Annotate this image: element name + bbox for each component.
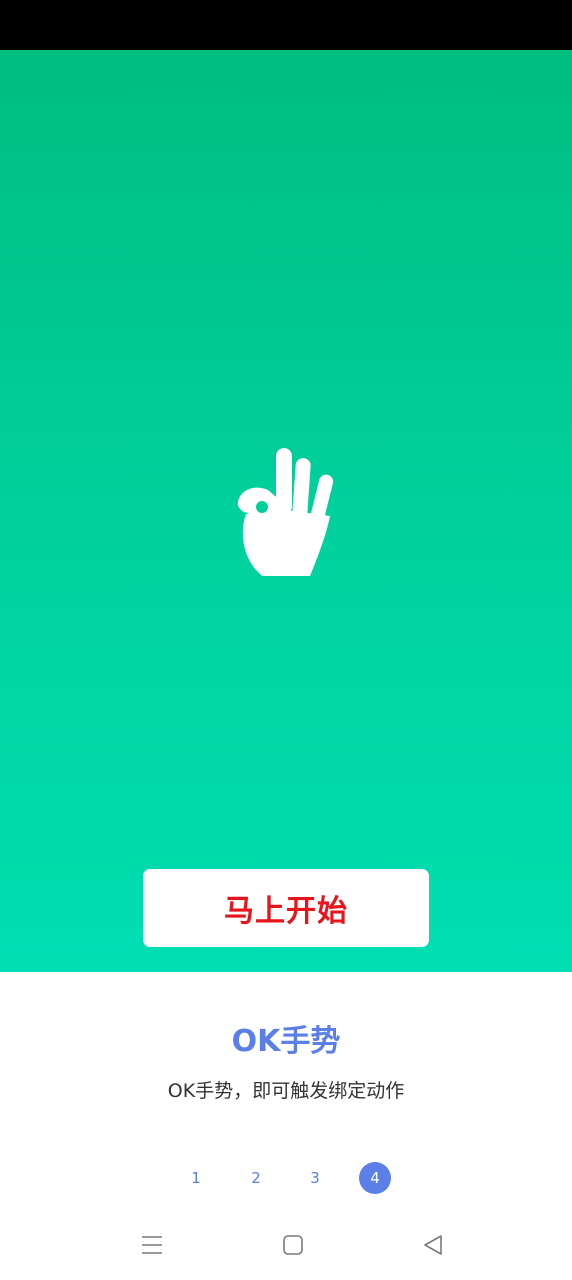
page-indicator: 1 2 3 4	[0, 1162, 572, 1194]
menu-button[interactable]	[138, 1231, 166, 1259]
gesture-description: OK手势，即可触发绑定动作	[167, 1080, 405, 1102]
home-square-icon	[283, 1235, 303, 1255]
gesture-title: OK手势	[231, 1024, 341, 1059]
page-dot-1[interactable]: 1	[180, 1162, 212, 1194]
start-now-button[interactable]: 马上开始	[143, 869, 429, 947]
page-dot-2[interactable]: 2	[240, 1162, 272, 1194]
back-button[interactable]	[419, 1231, 447, 1259]
system-nav-bar	[0, 1218, 572, 1272]
page-dot-4[interactable]: 4	[359, 1162, 391, 1194]
home-button[interactable]	[279, 1231, 307, 1259]
menu-icon	[142, 1236, 162, 1254]
ok-hand-icon	[237, 448, 334, 576]
back-triangle-icon	[424, 1235, 442, 1255]
page-dot-3[interactable]: 3	[299, 1162, 331, 1194]
status-bar	[0, 0, 572, 50]
